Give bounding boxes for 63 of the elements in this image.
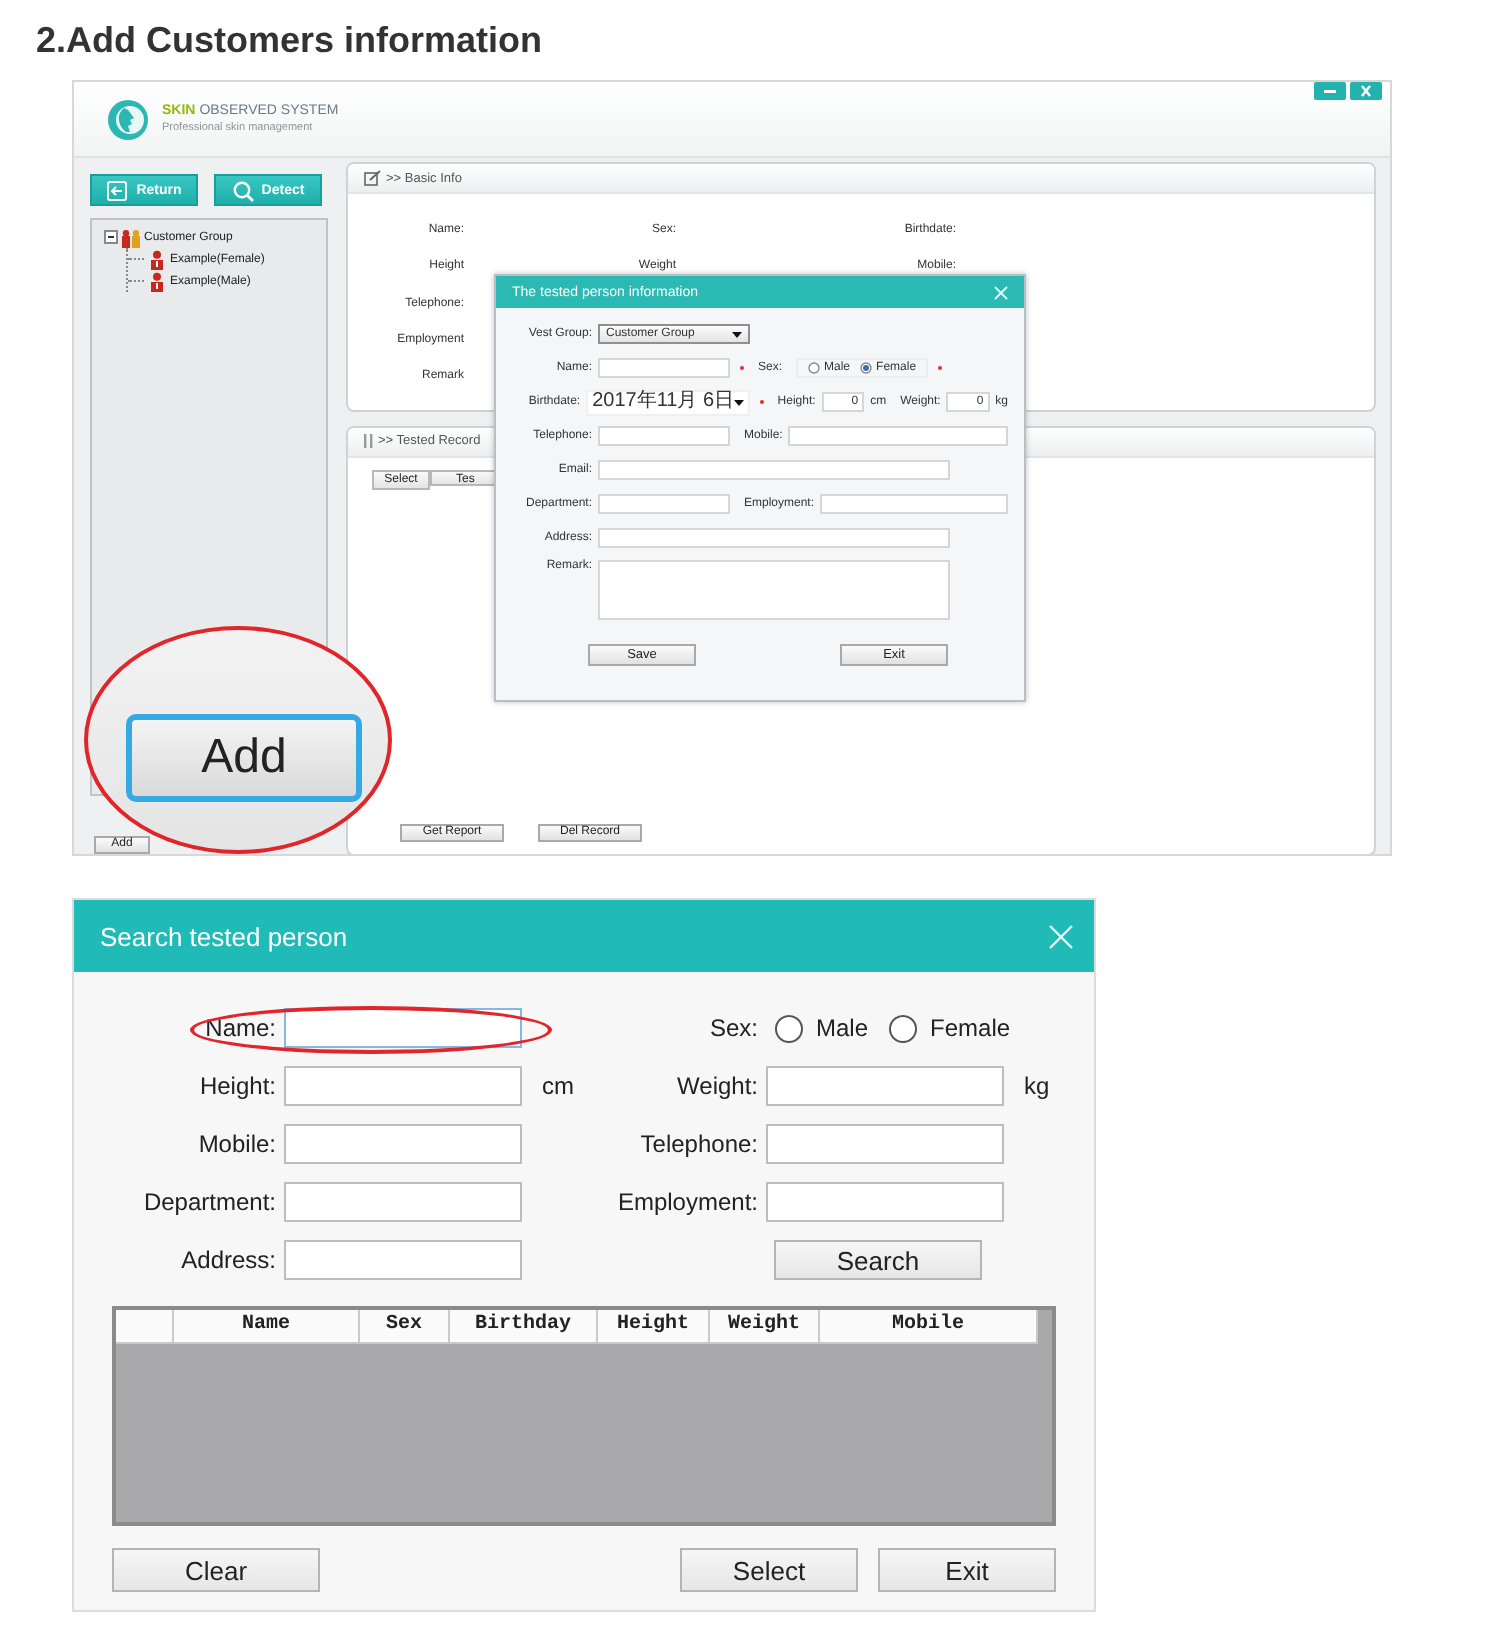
radio-button[interactable] [774,1013,804,1043]
radio-label: Male [816,1014,869,1042]
input-field[interactable] [598,358,730,378]
person-icon [148,249,166,269]
section-heading: 2.Add Customers information [36,18,545,64]
input-field[interactable] [598,494,730,514]
field-label: Employment: [615,1186,760,1220]
column-header[interactable] [116,1310,174,1344]
unit-label: cm [540,1070,576,1104]
search-button[interactable]: Search [774,1240,982,1280]
column-header[interactable]: Name [174,1310,360,1344]
input-field[interactable] [598,426,730,446]
input-field[interactable] [284,1240,522,1280]
input-field[interactable] [284,1008,522,1048]
caret-icon [732,331,742,337]
column-header[interactable]: Birthday [450,1310,598,1344]
close-icon[interactable] [1048,923,1074,949]
radio-button[interactable] [860,362,873,374]
edit-icon [364,170,382,186]
group-icon [122,227,140,247]
dialog-title: Search tested person [100,921,348,951]
caret-icon [734,399,745,405]
person-icon [148,271,166,291]
input-field[interactable] [766,1124,1004,1164]
column-header[interactable]: Mobile [820,1310,1038,1344]
input-field[interactable] [284,1124,522,1164]
column-header[interactable]: Sex [360,1310,450,1344]
radio-label: Female [930,1014,1011,1042]
input-field[interactable] [284,1066,522,1106]
add-button[interactable]: Add [126,714,362,802]
field-label: Weight: [675,1070,760,1104]
field-label: Telephone: [638,1128,760,1162]
column-header[interactable]: Weight [710,1310,820,1344]
field-label: Department: [141,1186,278,1220]
input-field[interactable] [284,1182,522,1222]
minimize-button[interactable] [1314,82,1346,100]
input-field[interactable] [766,1182,1004,1222]
column-header[interactable]: Height [598,1310,710,1344]
input-field[interactable] [598,460,950,480]
collapse-icon[interactable] [104,230,118,244]
unit-label: kg [1022,1070,1052,1104]
field-label: Mobile: [196,1128,278,1162]
input-field[interactable] [766,1066,1004,1106]
field-label: Address: [179,1244,278,1278]
search-icon [231,179,254,201]
list-icon [364,434,374,449]
date-picker[interactable]: 2017年11月 6日 [586,389,751,415]
field-label: Name: [203,1012,278,1046]
input-field[interactable] [820,494,1008,514]
radio-button[interactable] [888,1013,919,1043]
radio-button[interactable] [808,362,821,374]
remark-field[interactable] [598,560,950,620]
dialog-button[interactable]: Clear [112,1548,320,1592]
field-label: Sex: [707,1012,760,1046]
dialog-button[interactable]: Select [680,1548,858,1592]
logo-icon [106,97,150,141]
close-icon[interactable] [994,285,1008,299]
close-button[interactable] [1350,82,1382,100]
return-icon [106,179,129,201]
dialog-button[interactable]: Exit [878,1548,1056,1592]
field-label: Height: [197,1070,278,1104]
input-field[interactable] [598,528,950,548]
input-field[interactable] [788,426,1008,446]
